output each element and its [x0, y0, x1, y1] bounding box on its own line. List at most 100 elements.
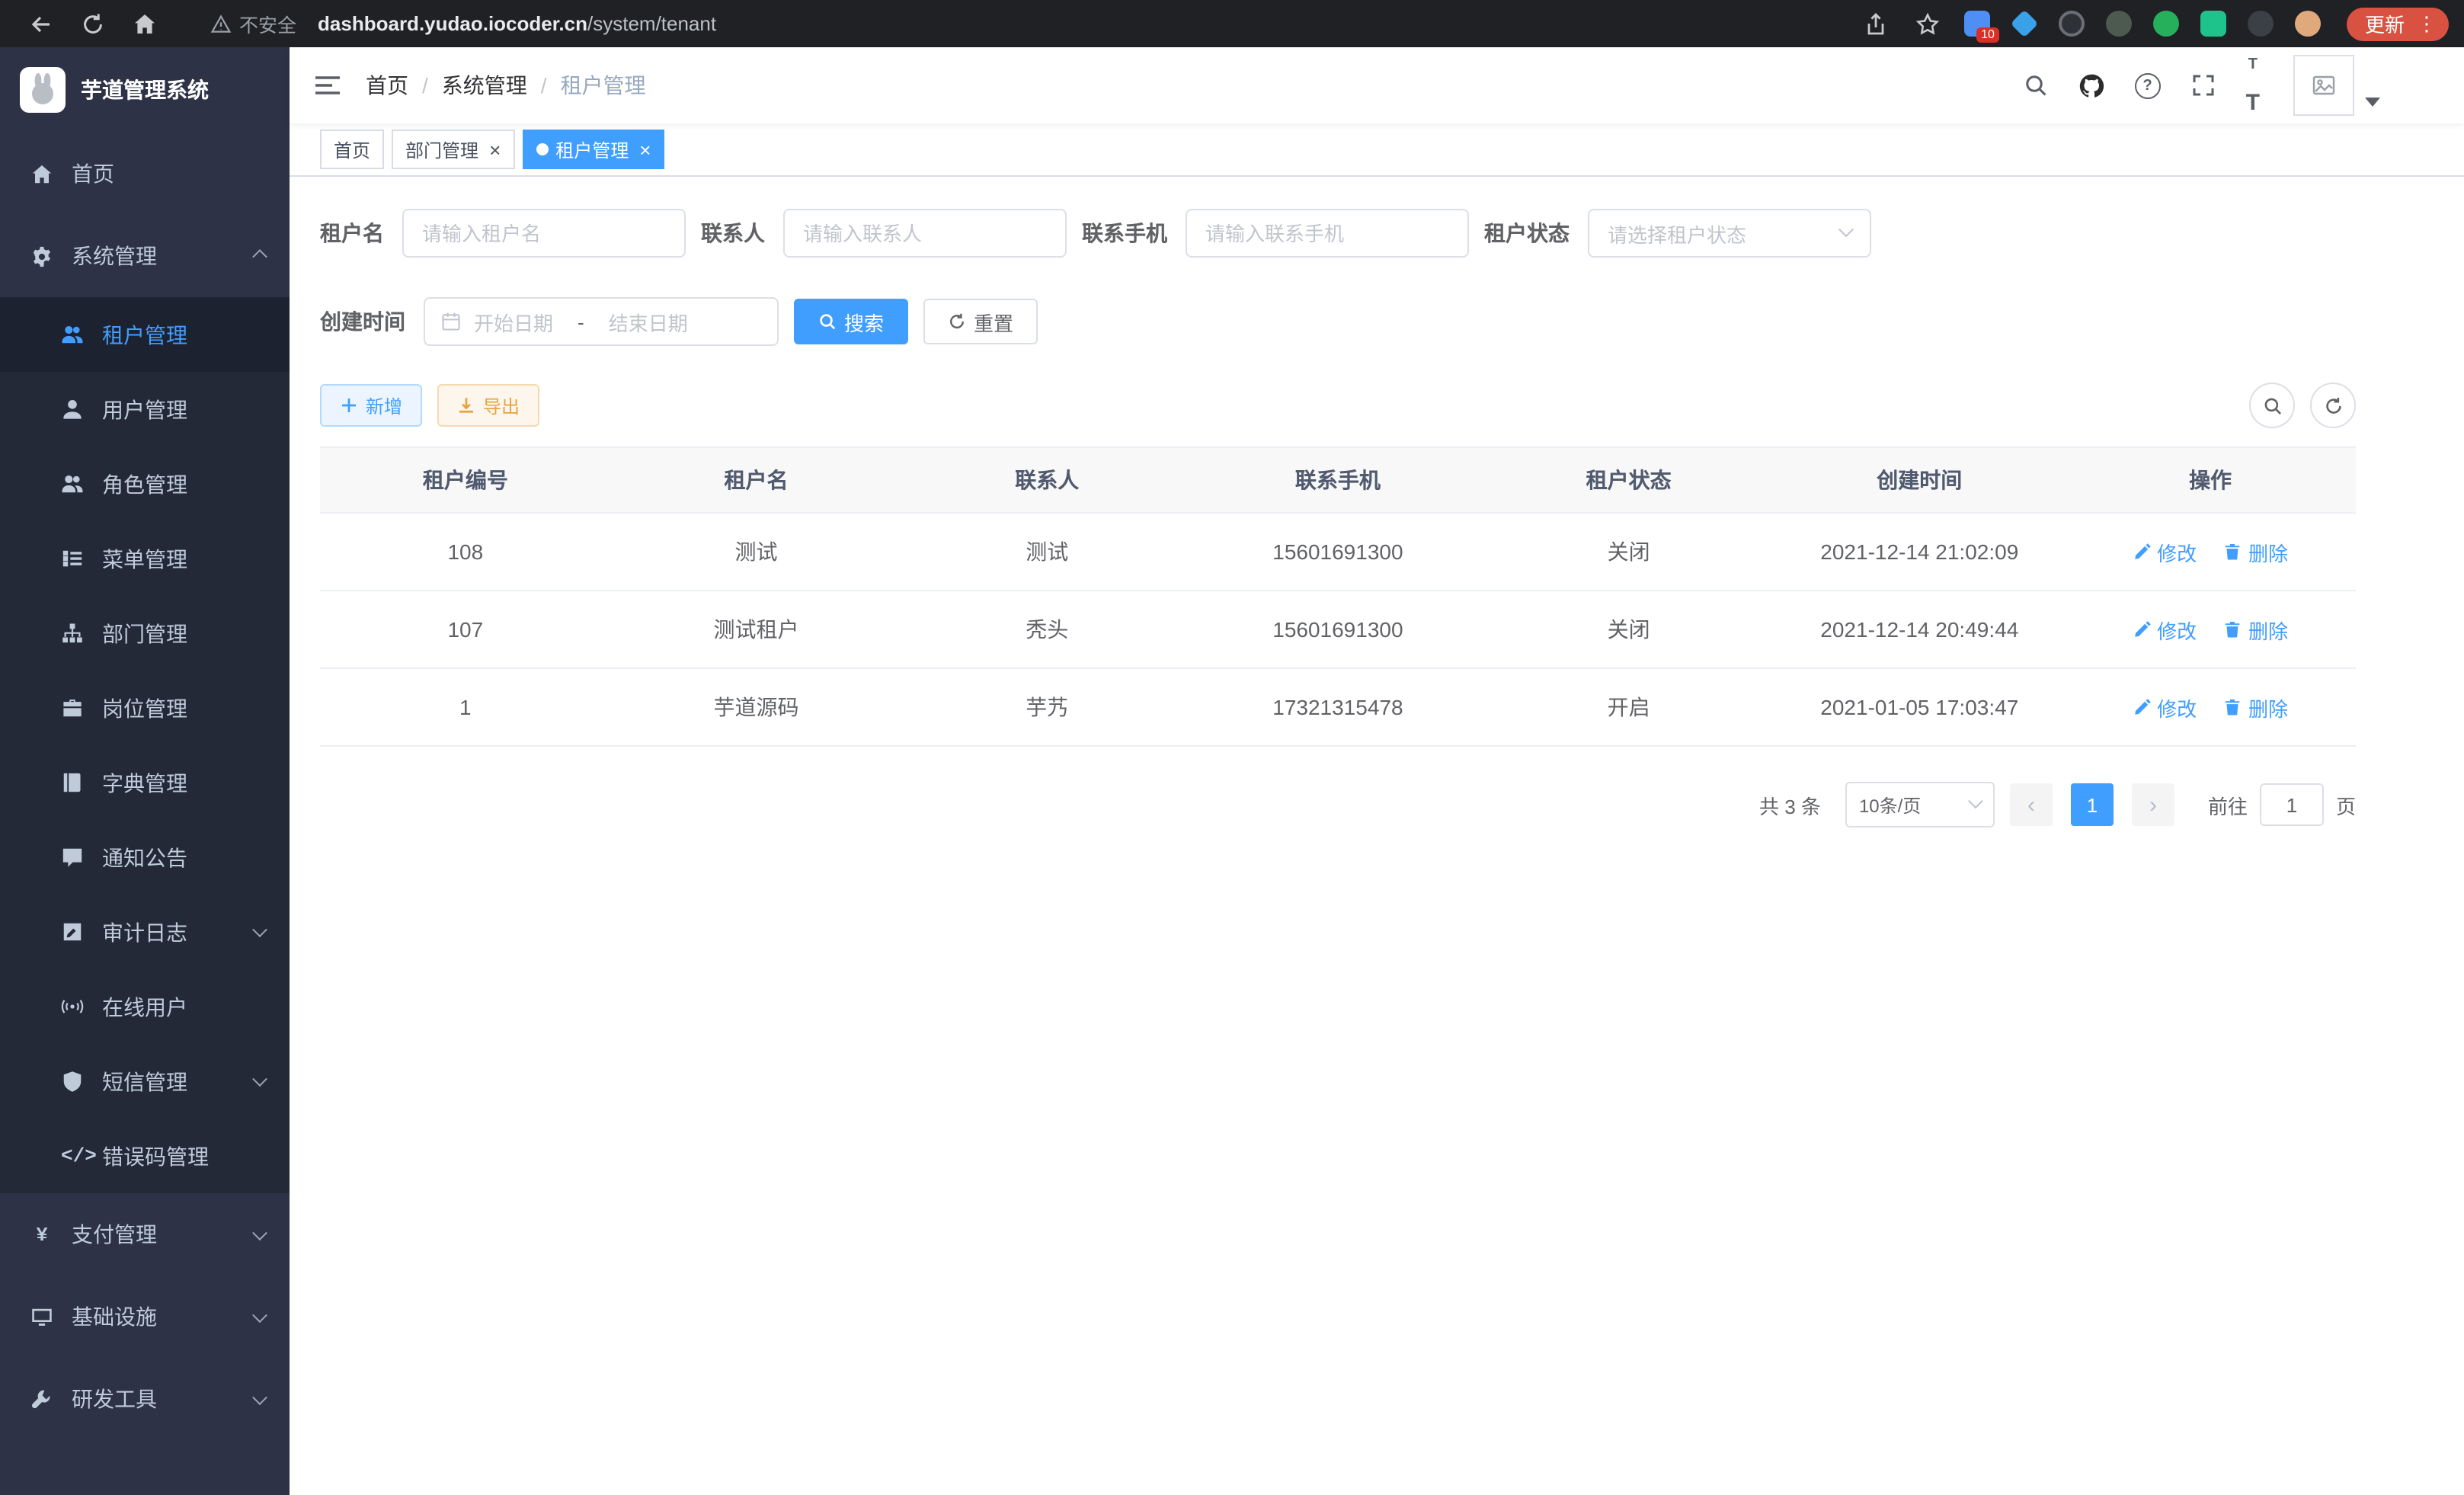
edit-button[interactable]: 修改: [2133, 693, 2197, 722]
sidebar-item-dict[interactable]: 字典管理: [0, 745, 290, 820]
navbar: 首页 / 系统管理 / 租户管理 ? TT: [290, 47, 2464, 123]
tenant-name-input[interactable]: [402, 209, 686, 258]
user-menu-caret-icon[interactable]: [2365, 98, 2380, 107]
pencil-icon: [2133, 698, 2151, 716]
ext-icon-1[interactable]: 10: [1964, 11, 1990, 37]
goto-label: 前往: [2208, 790, 2248, 819]
trash-icon: [2224, 543, 2242, 561]
sidebar-item-role[interactable]: 角色管理: [0, 447, 290, 521]
refresh-icon: [2323, 395, 2343, 415]
navbar-tools: ? TT: [2008, 47, 2380, 123]
browser-refresh-icon[interactable]: [81, 11, 105, 36]
reset-button[interactable]: 重置: [923, 299, 1038, 344]
page-number-1[interactable]: 1: [2071, 783, 2114, 826]
filter-form-row-2: 创建时间 开始日期 - 结束日期 搜索: [320, 297, 2356, 346]
shield-icon: [61, 1070, 84, 1093]
header-search-icon[interactable]: [2008, 47, 2063, 123]
browser-back-icon[interactable]: [29, 11, 53, 36]
sidebar-item-dept[interactable]: 部门管理: [0, 596, 290, 671]
sidebar-item-post[interactable]: 岗位管理: [0, 671, 290, 745]
sidebar-item-user[interactable]: 用户管理: [0, 372, 290, 447]
font-size-icon[interactable]: TT: [2231, 47, 2275, 123]
sidebar-item-system[interactable]: 系统管理: [0, 215, 290, 297]
prev-page-button[interactable]: ‹: [2010, 783, 2053, 826]
ext-icon-3[interactable]: [2059, 11, 2085, 37]
add-button[interactable]: 新增: [320, 384, 422, 427]
hamburger-icon[interactable]: [314, 73, 341, 98]
goto-page-input[interactable]: [2260, 783, 2324, 826]
page-size-select[interactable]: 10条/页: [1845, 782, 1995, 828]
sidebar-item-menu[interactable]: 菜单管理: [0, 521, 290, 596]
search-button[interactable]: 搜索: [794, 299, 908, 344]
browser-menu-kebab-icon[interactable]: ⋮: [2411, 11, 2443, 36]
chevron-down-icon: [252, 1071, 267, 1087]
ext-icon-5[interactable]: [2153, 11, 2179, 37]
tab-close-icon[interactable]: ×: [489, 139, 501, 159]
browser-home-icon[interactable]: [133, 11, 157, 36]
address-bar[interactable]: dashboard.yudao.iocoder.cn/system/tenant: [318, 12, 716, 35]
ext-icon-7[interactable]: [2248, 11, 2274, 37]
sidebar-item-notice[interactable]: 通知公告: [0, 820, 290, 895]
breadcrumb-home[interactable]: 首页: [366, 70, 408, 101]
status-label: 租户状态: [1484, 218, 1588, 248]
export-button[interactable]: 导出: [437, 384, 539, 427]
url-security-chip[interactable]: 不安全: [210, 9, 296, 38]
url-domain: dashboard.yudao.iocoder.cn: [318, 12, 587, 35]
github-icon[interactable]: [2063, 47, 2120, 123]
yen-icon: ¥: [30, 1223, 53, 1246]
pagination-jumper: 前往 页: [2208, 783, 2356, 826]
share-icon[interactable]: [1864, 11, 1888, 36]
col-tenant-id: 租户编号: [320, 447, 611, 513]
status-select[interactable]: 请选择租户状态: [1588, 209, 1871, 258]
system-submenu: 租户管理 用户管理 角色管理: [0, 297, 290, 1193]
ext-icon-8[interactable]: [2295, 11, 2321, 37]
table-header-row: 租户编号 租户名 联系人 联系手机 租户状态 创建时间 操作: [320, 447, 2356, 513]
tab-home[interactable]: 首页: [320, 130, 384, 169]
gear-icon: [30, 245, 53, 267]
col-actions: 操作: [2065, 447, 2356, 513]
tab-tenant[interactable]: 租户管理 ×: [522, 130, 664, 169]
briefcase-icon: [61, 696, 84, 719]
sidebar-item-payment[interactable]: ¥ 支付管理: [0, 1193, 290, 1276]
sidebar-item-audit-log[interactable]: 审计日志: [0, 895, 290, 969]
ext-icon-2[interactable]: [2011, 10, 2039, 38]
breadcrumb-system[interactable]: 系统管理: [442, 70, 527, 101]
sidebar-item-dev-tools[interactable]: 研发工具: [0, 1358, 290, 1440]
filter-status: 租户状态 请选择租户状态: [1484, 209, 1871, 258]
logo-image: [20, 67, 66, 113]
delete-button[interactable]: 删除: [2224, 537, 2288, 566]
delete-button[interactable]: 删除: [2224, 615, 2288, 644]
refresh-table-button[interactable]: [2310, 383, 2356, 428]
tab-dept[interactable]: 部门管理 ×: [392, 130, 514, 169]
sidebar-item-home[interactable]: 首页: [0, 133, 290, 215]
phone-input[interactable]: [1186, 209, 1469, 258]
sidebar-item-online-users[interactable]: 在线用户: [0, 969, 290, 1044]
sidebar-item-tenant[interactable]: 租户管理: [0, 297, 290, 372]
tab-close-icon[interactable]: ×: [639, 139, 651, 159]
next-page-button[interactable]: ›: [2132, 783, 2174, 826]
edit-button[interactable]: 修改: [2133, 615, 2197, 644]
ext-icon-6[interactable]: [2200, 11, 2226, 37]
delete-button[interactable]: 删除: [2224, 693, 2288, 722]
pagination: 共 3 条 10条/页 ‹ 1 › 前往 页: [320, 782, 2356, 828]
filter-contact: 联系人: [701, 209, 1067, 258]
help-icon[interactable]: ?: [2120, 47, 2176, 123]
sidebar-item-sms[interactable]: 短信管理: [0, 1044, 290, 1119]
fullscreen-icon[interactable]: [2176, 47, 2231, 123]
avatar[interactable]: [2293, 55, 2354, 116]
sidebar-item-infra[interactable]: 基础设施: [0, 1276, 290, 1358]
table-toolbar: 新增 导出: [320, 383, 2356, 428]
table-row: 107 测试租户 秃头 15601691300 关闭 2021-12-14 20…: [320, 591, 2356, 668]
app-root: 不安全 dashboard.yudao.iocoder.cn/system/te…: [0, 0, 2464, 1495]
edit-button[interactable]: 修改: [2133, 537, 2197, 566]
browser-update-button[interactable]: 更新 ⋮: [2347, 7, 2449, 40]
ext-icon-4[interactable]: [2106, 11, 2132, 37]
toggle-search-button[interactable]: [2249, 383, 2295, 428]
chevron-up-icon: [252, 248, 267, 264]
sidebar: 芋道管理系统 首页 系统管理: [0, 47, 290, 1495]
sidebar-item-error-code[interactable]: </> 错误码管理: [0, 1119, 290, 1193]
sidebar-logo[interactable]: 芋道管理系统: [0, 47, 290, 133]
contact-input[interactable]: [783, 209, 1067, 258]
date-range-picker[interactable]: 开始日期 - 结束日期: [424, 297, 779, 346]
bookmark-star-icon[interactable]: [1915, 11, 1940, 36]
